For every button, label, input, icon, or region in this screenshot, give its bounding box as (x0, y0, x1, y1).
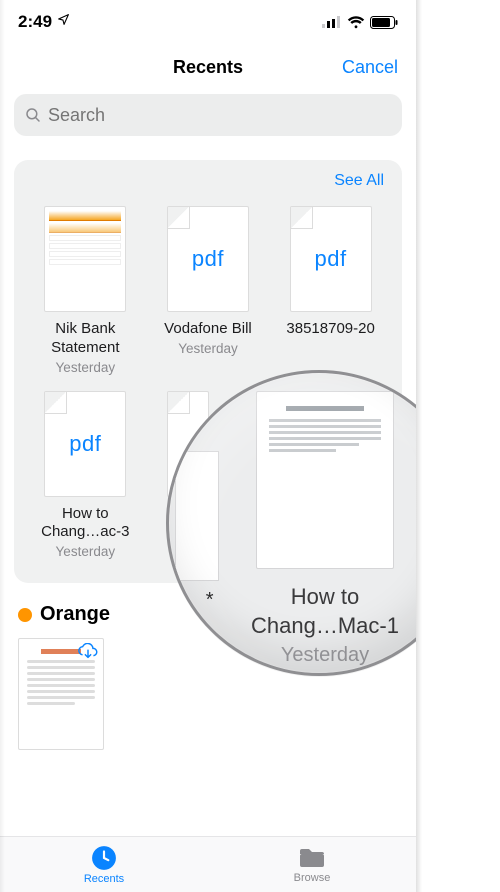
clock-icon (91, 845, 117, 871)
file-item[interactable]: pdf How to Chang…ac-3 Yesterday (24, 385, 147, 570)
status-bar: 2:49 (0, 0, 416, 44)
search-icon (24, 106, 42, 124)
file-thumbnail-icon: pdf (44, 391, 126, 497)
file-date: Yesterday (56, 544, 116, 559)
see-all-link[interactable]: See All (24, 172, 392, 200)
tag-label: Orange (40, 603, 110, 626)
cloud-download-icon (77, 643, 99, 661)
file-thumbnail-icon (256, 391, 394, 569)
page-title: Recents (173, 57, 243, 78)
search-input[interactable] (48, 105, 392, 126)
file-name: Nik Bank Statement (30, 320, 140, 358)
status-time: 2:49 (18, 12, 70, 32)
tab-label: Recents (84, 873, 124, 885)
file-name: How toChang…Mac-1 (251, 583, 399, 640)
battery-icon (370, 16, 398, 29)
file-name: Vodafone Bill (164, 320, 252, 339)
file-name: How to Chang…ac-3 (30, 505, 140, 543)
tab-browse[interactable]: Browse (208, 837, 416, 892)
file-name: 38518709-20 (286, 320, 374, 339)
file-thumbnail-icon (44, 206, 126, 312)
status-time-text: 2:49 (18, 12, 52, 31)
wifi-icon (347, 16, 365, 29)
file-date: Yesterday (178, 341, 238, 356)
cellular-icon (322, 16, 342, 28)
search-field[interactable] (14, 94, 402, 136)
file-item[interactable] (18, 638, 104, 750)
file-thumbnail-icon: pdf (290, 206, 372, 312)
nav-bar: Recents Cancel (0, 44, 416, 90)
folder-icon (298, 846, 326, 870)
file-item[interactable]: pdf Vodafone Bill Yesterday (147, 200, 270, 385)
file-thumbnail-icon: pdf (167, 206, 249, 312)
tab-bar: Recents Browse (0, 836, 416, 892)
tab-label: Browse (294, 872, 331, 884)
cancel-button[interactable]: Cancel (342, 57, 398, 78)
file-date: Yesterday (281, 644, 369, 667)
tag-dot-icon (18, 608, 32, 622)
file-item[interactable]: pdf 38518709-20 (269, 200, 392, 385)
file-item[interactable]: Nik Bank Statement Yesterday (24, 200, 147, 385)
tab-recents[interactable]: Recents (0, 837, 208, 892)
file-date: Yesterday (56, 360, 116, 375)
location-icon (57, 13, 70, 26)
